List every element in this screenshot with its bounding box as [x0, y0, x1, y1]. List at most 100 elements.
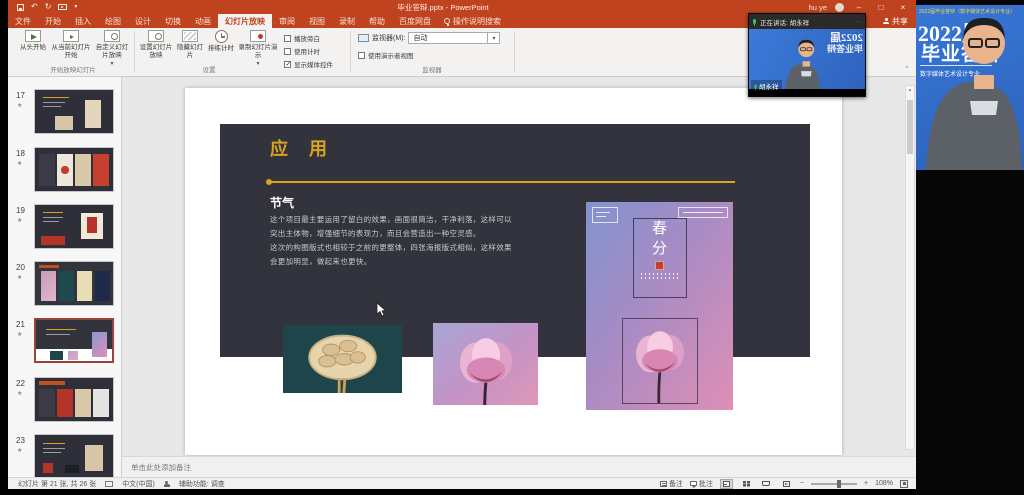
comments-toggle-button[interactable]: 批注	[690, 479, 713, 489]
collapse-ribbon-icon[interactable]: ⌃	[904, 65, 910, 73]
display-settings-icon[interactable]	[105, 481, 113, 487]
thumbnail-slide-21-selected[interactable]: 21 ★	[8, 318, 122, 368]
setup-slideshow-button[interactable]: 设置幻灯片放映	[138, 30, 174, 59]
thumbnail-slide-18[interactable]: 18 ★	[8, 147, 122, 197]
speaking-indicator: 正在讲话: 胡永祥	[760, 17, 851, 27]
tab-help[interactable]: 帮助	[362, 14, 392, 28]
normal-view-button[interactable]	[720, 479, 733, 489]
red-seal-icon	[655, 261, 664, 270]
tell-me-search[interactable]: 操作说明搜索	[438, 14, 507, 28]
zoom-in-button[interactable]: +	[864, 480, 868, 487]
record-slideshow-button[interactable]: 录制幻灯片演示 ▾	[238, 30, 278, 69]
tab-slideshow[interactable]: 幻灯片放映	[218, 14, 272, 28]
animation-star-icon: ★	[17, 217, 22, 224]
notes-icon	[660, 481, 667, 487]
rehearse-timings-button[interactable]: 排练计时	[206, 30, 236, 53]
reading-view-button[interactable]	[760, 479, 773, 489]
tab-review[interactable]: 审阅	[272, 14, 302, 28]
use-presenter-view-checkbox[interactable]: 使用演示者视图	[358, 50, 414, 60]
meeting-overlay-window[interactable]: 正在讲话: 胡永祥 ··· 2022届 毕业答辩 胡永祥	[748, 13, 866, 97]
account-name[interactable]: hu ye	[809, 3, 827, 12]
overlay-options-icon[interactable]: ···	[855, 19, 861, 25]
account-avatar[interactable]	[835, 3, 844, 12]
undo-icon[interactable]: ↶	[31, 3, 38, 11]
quick-access-toolbar: ↶ ↻ ▾	[8, 3, 77, 11]
from-beginning-label: 从头开始	[20, 44, 46, 52]
body-text-line: 这个项目最主要运用了留白的效果，画面很简洁，干净利落，这样可以	[270, 214, 512, 225]
scrollbar-thumb[interactable]	[907, 100, 913, 154]
chunfen-poster-image[interactable]: 春 分	[586, 202, 733, 410]
custom-slideshow-icon	[104, 30, 120, 42]
thumbnail-slide-20[interactable]: 20 ★	[8, 261, 122, 311]
accessibility-status[interactable]: 辅助功能: 调查	[179, 479, 225, 489]
fit-to-window-icon[interactable]	[900, 480, 908, 488]
language-indicator[interactable]: 中文(中国)	[122, 479, 155, 489]
reading-view-icon	[762, 481, 770, 486]
hide-slide-button[interactable]: 隐藏幻灯片	[176, 30, 204, 59]
thumbnail-slide-17[interactable]: 17 ★	[8, 89, 122, 139]
vertical-scrollbar[interactable]: ▴	[905, 85, 915, 450]
slideshow-view-button[interactable]	[780, 479, 793, 489]
microphone-icon	[753, 19, 756, 24]
tab-draw[interactable]: 绘图	[98, 14, 128, 28]
share-label: 共享	[892, 16, 908, 27]
tab-animations[interactable]: 动画	[188, 14, 218, 28]
animation-star-icon: ★	[17, 102, 22, 109]
custom-slideshow-button[interactable]: 自定义幻灯片放映 ▾	[94, 30, 130, 69]
show-media-controls-checkbox[interactable]: 显示媒体控件	[284, 59, 333, 69]
monitor-field-label: 监视器(M):	[372, 33, 405, 43]
zoom-slider[interactable]	[811, 483, 857, 485]
tab-design[interactable]: 设计	[128, 14, 158, 28]
maximize-button[interactable]: □	[874, 3, 888, 12]
share-button[interactable]: 共享	[875, 14, 916, 28]
title-bar: ↶ ↻ ▾ 毕业答辩.pptx - PowerPoint hu ye – □ ×	[8, 0, 916, 14]
monitor-dropdown[interactable]: 自动 ▾	[408, 32, 500, 44]
zoom-out-button[interactable]: −	[800, 480, 804, 487]
hide-slide-icon	[182, 30, 198, 42]
body-text-line: 这次的构图版式也相较于之前的更整体，四张海报版式相似，这样效果	[270, 242, 512, 253]
slide-canvas[interactable]: 应 用 节气 这个项目最主要运用了留白的效果，画面很简洁，干净利落，这样可以 突…	[185, 88, 842, 455]
thumbnail-art	[34, 434, 114, 477]
tab-insert[interactable]: 插入	[68, 14, 98, 28]
tab-baidu-netdisk[interactable]: 百度网盘	[392, 14, 438, 28]
dumpling-plate-image[interactable]	[283, 325, 402, 393]
flower-photo-image[interactable]	[433, 323, 538, 405]
meeting-overlay-header[interactable]: 正在讲话: 胡永祥 ···	[749, 14, 865, 29]
group-separator	[350, 31, 351, 72]
slide-sorter-view-button[interactable]	[740, 479, 753, 489]
use-timings-checkbox[interactable]: 使用计时	[284, 46, 320, 56]
stage-video[interactable]: 2022届毕业答辩（数字媒体艺术设计专业） 2022届 毕业答辩 数字媒体艺术设…	[916, 5, 1024, 170]
thumbnail-slide-22[interactable]: 22 ★	[8, 377, 122, 427]
zoom-slider-handle[interactable]	[837, 480, 841, 488]
monitor-icon	[358, 34, 369, 42]
tab-record[interactable]: 录制	[332, 14, 362, 28]
zoom-level[interactable]: 108%	[875, 480, 893, 487]
notes-pane[interactable]: 单击此处添加备注	[122, 456, 916, 477]
save-icon[interactable]	[17, 4, 24, 11]
close-button[interactable]: ×	[896, 3, 910, 12]
thumbnail-art	[34, 204, 114, 249]
animation-star-icon: ★	[17, 447, 22, 454]
meeting-stage-window: 2022届毕业答辩（数字媒体艺术设计专业） 2022届 毕业答辩 数字媒体艺术设…	[916, 0, 1024, 495]
play-narrations-checkbox[interactable]: 播放旁白	[284, 33, 320, 43]
status-bar: 幻灯片 第 21 张, 共 26 张 中文(中国) 辅助功能: 调查 备注 批注…	[8, 477, 916, 489]
from-current-slide-button[interactable]: 从当前幻灯片开始	[50, 30, 92, 59]
thumbnail-slide-23[interactable]: 23 ★	[8, 434, 122, 477]
from-beginning-button[interactable]: 从头开始	[18, 30, 48, 52]
group-setup: 设置幻灯片放映 隐藏幻灯片 排练计时 录制幻灯片演示 ▾ 设置	[136, 28, 282, 76]
tab-home[interactable]: 开始	[38, 14, 68, 28]
scroll-up-icon[interactable]: ▴	[909, 87, 912, 93]
group-label-monitors: 监视器	[352, 64, 512, 74]
redo-icon[interactable]: ↻	[45, 3, 52, 11]
start-slideshow-icon[interactable]	[58, 4, 67, 10]
notes-toggle-button[interactable]: 备注	[660, 479, 683, 489]
tab-file[interactable]: 文件	[8, 14, 38, 28]
mouse-cursor	[376, 302, 386, 317]
minimize-button[interactable]: –	[852, 3, 866, 12]
record-slideshow-icon	[250, 30, 266, 42]
tab-transitions[interactable]: 切换	[158, 14, 188, 28]
thumbnail-slide-19[interactable]: 19 ★	[8, 204, 122, 254]
animation-star-icon: ★	[17, 390, 22, 397]
tab-view[interactable]: 视图	[302, 14, 332, 28]
body-text-line: 会更加明显，做起来也更快。	[270, 256, 371, 267]
